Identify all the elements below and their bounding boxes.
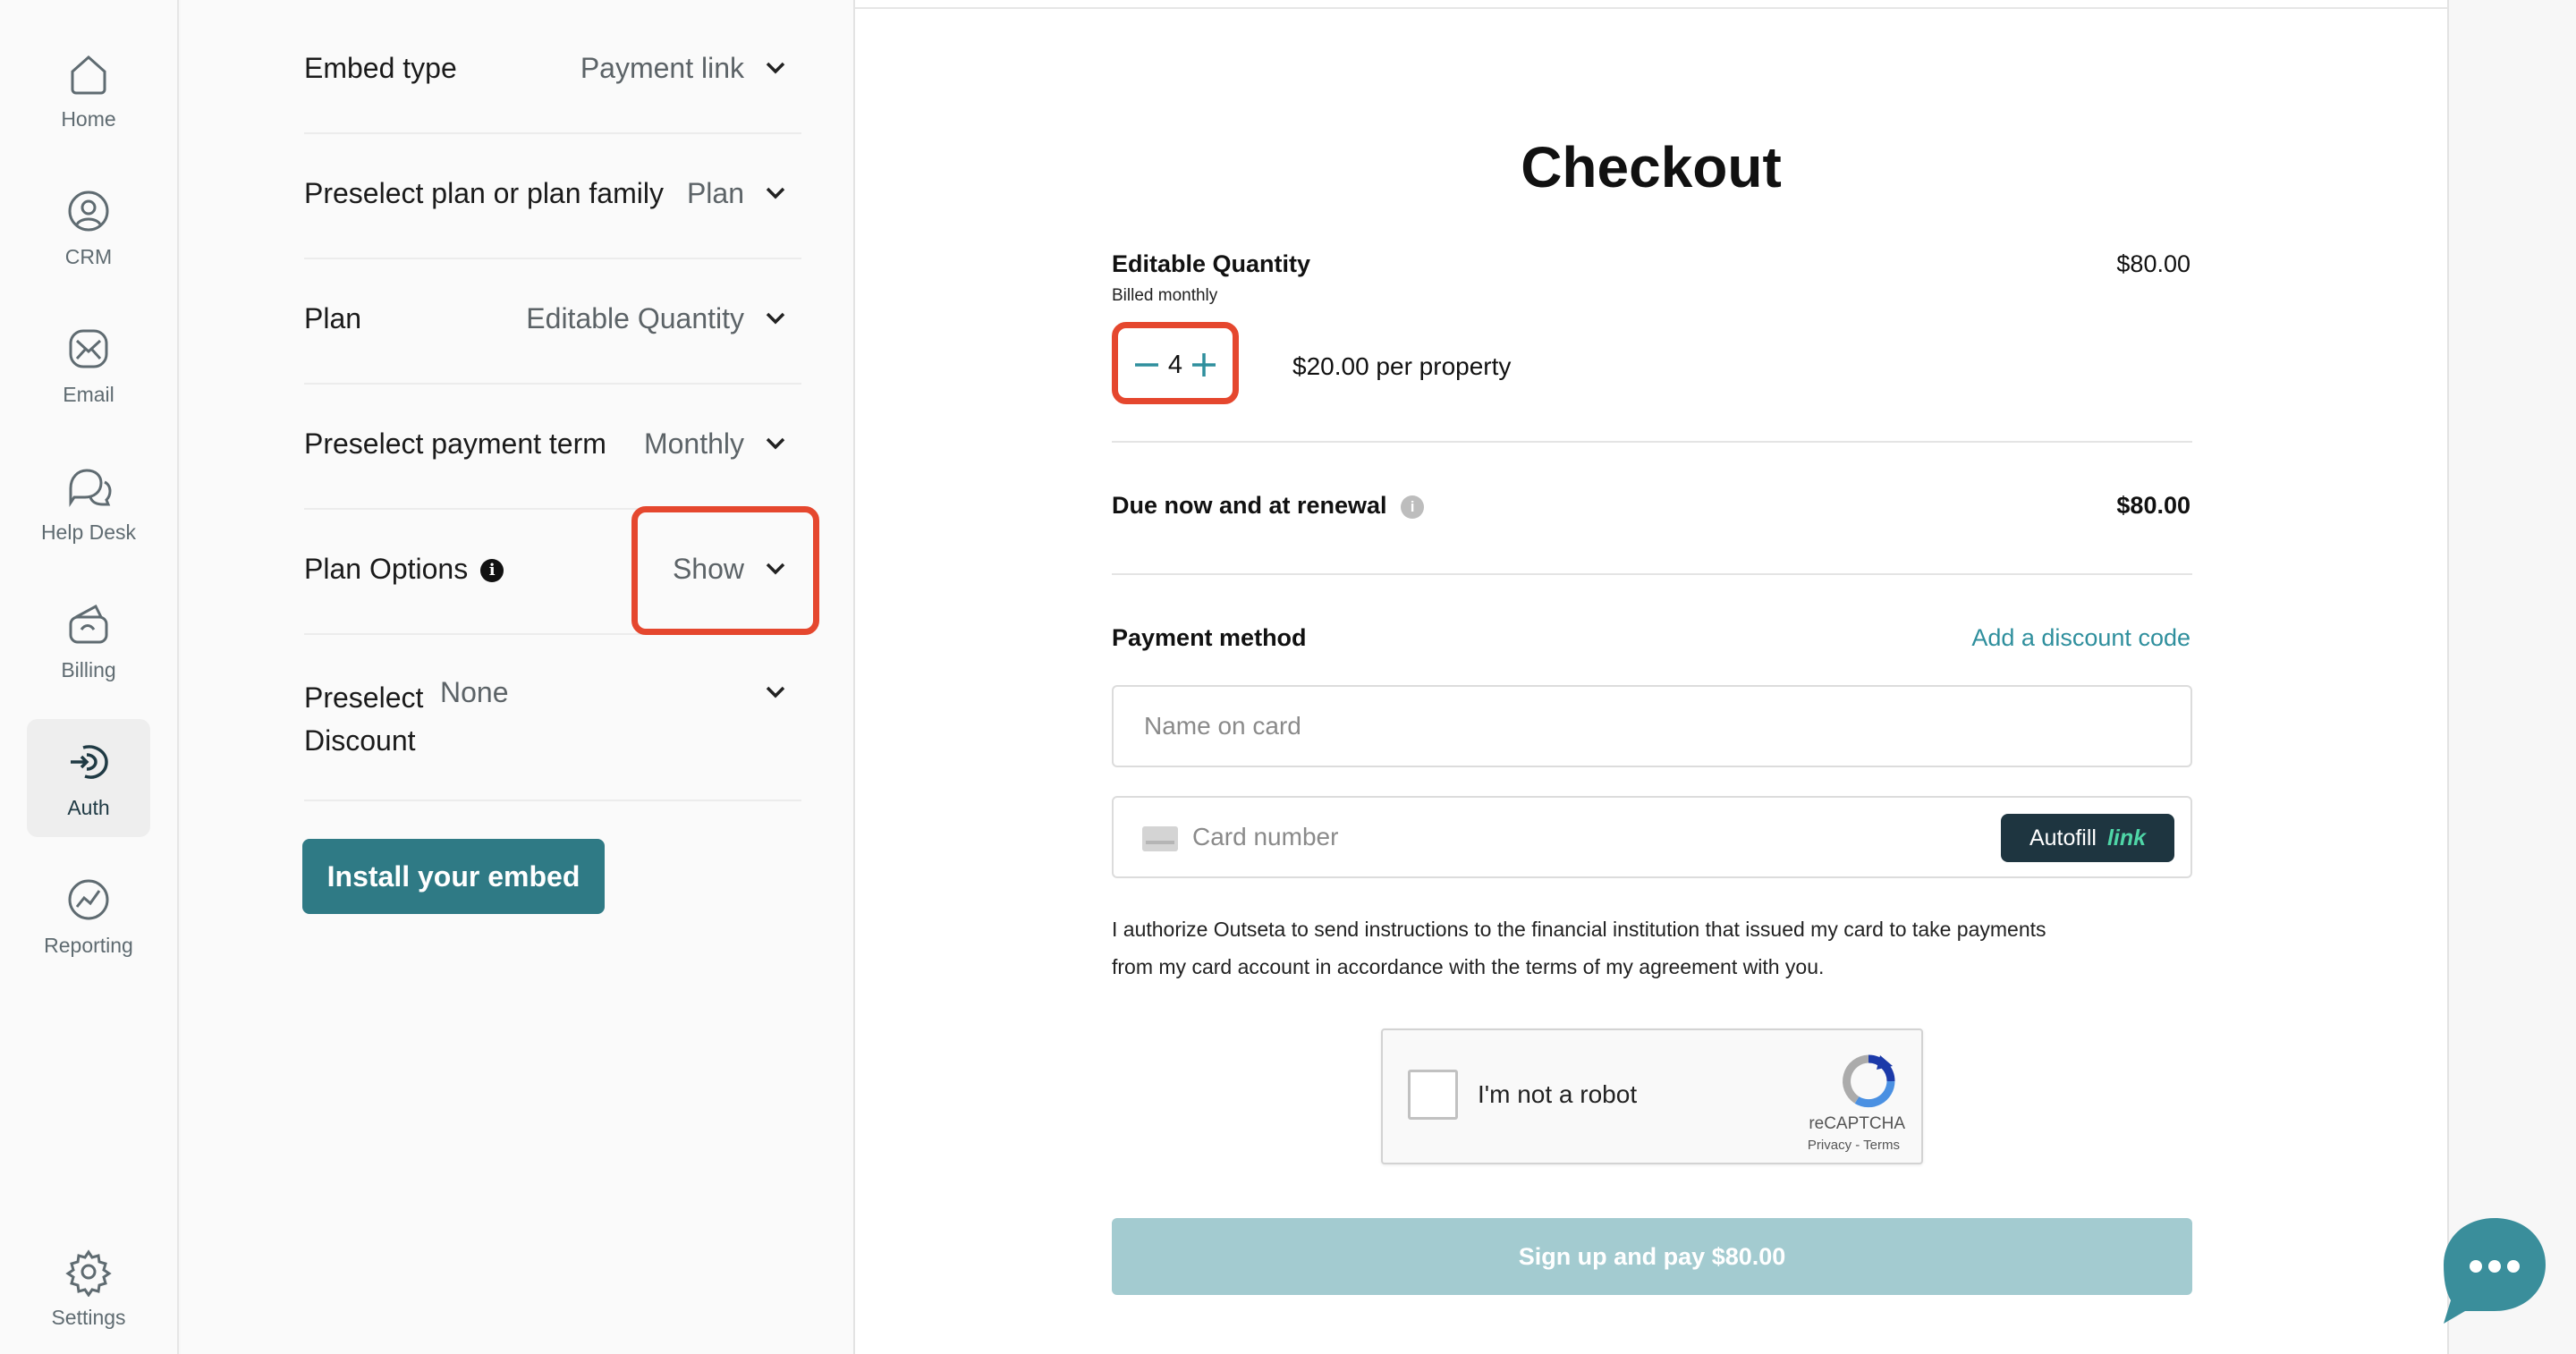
side-nav: Home CRM Email Help Desk Billing Auth Re… — [0, 0, 179, 1354]
top-divider — [855, 7, 2447, 9]
preselect-plan-row[interactable]: Preselect plan or plan family Plan — [304, 134, 801, 259]
nav-item-billing[interactable]: Billing — [27, 581, 150, 699]
divider — [1112, 441, 2192, 443]
nav-item-crm[interactable]: CRM — [27, 168, 150, 286]
recaptcha-checkbox[interactable] — [1408, 1070, 1458, 1120]
nav-item-label: Help Desk — [40, 520, 137, 544]
plan-price: $80.00 — [2116, 250, 2190, 277]
name-on-card-placeholder: Name on card — [1144, 712, 1301, 740]
autofill-label: Autofill — [2029, 825, 2097, 850]
recaptcha-privacy-terms[interactable]: Privacy - Terms — [1808, 1138, 1900, 1153]
preselect-plan-value: Plan — [686, 177, 744, 209]
divider — [1112, 573, 2192, 575]
nav-item-email[interactable]: Email — [27, 306, 150, 424]
embed-type-row[interactable]: Embed type Payment link — [304, 0, 801, 134]
chevron-down-icon — [766, 686, 785, 698]
add-discount-link[interactable]: Add a discount code — [1971, 624, 2190, 652]
wallet-icon — [64, 599, 114, 649]
preselect-plan-label: Preselect plan or plan family — [304, 177, 664, 209]
unit-price: $20.00 per property — [1292, 352, 1512, 380]
preselect-discount-value: None — [440, 676, 509, 708]
recaptcha-label: I'm not a robot — [1478, 1080, 1638, 1108]
nav-item-label: Auth — [67, 795, 110, 819]
plan-label: Plan — [304, 302, 362, 334]
due-label: Due now and at renewal i — [1112, 492, 1425, 520]
nav-item-help-desk[interactable]: Help Desk — [27, 444, 150, 562]
auth-icon — [64, 737, 114, 787]
home-icon — [64, 48, 114, 98]
billing-frequency: Billed monthly — [1112, 286, 1218, 305]
plan-options-highlight — [631, 506, 819, 635]
payment-term-value: Monthly — [643, 427, 744, 460]
nav-item-label: CRM — [64, 244, 113, 268]
chat-bubbles-icon — [64, 461, 114, 512]
payment-method-label: Payment method — [1112, 624, 1307, 651]
preselect-discount-row[interactable]: Preselect Discount None — [304, 635, 801, 801]
nav-item-auth[interactable]: Auth — [27, 719, 150, 837]
gear-icon — [64, 1247, 114, 1298]
nav-item-settings[interactable]: Settings — [27, 1229, 150, 1347]
preselect-discount-label: Preselect Discount — [304, 676, 423, 762]
card-number-field[interactable]: Card number Autofill link — [1112, 796, 2192, 878]
plan-options-label-text: Plan Options — [304, 553, 469, 585]
recaptcha-icon — [1843, 1054, 1895, 1108]
recaptcha-widget: I'm not a robot reCAPTCHA Privacy - Term… — [1381, 1028, 1923, 1164]
checkout-preview: Checkout Editable Quantity Billed monthl… — [855, 0, 2449, 1354]
info-icon[interactable]: i — [480, 559, 504, 582]
embed-type-value: Payment link — [580, 52, 744, 84]
plan-name: Editable Quantity — [1112, 250, 1311, 277]
preselect-discount-label-line1: Preselect — [304, 681, 424, 714]
quantity-highlight — [1112, 322, 1239, 404]
authorization-text: I authorize Outseta to send instructions… — [1112, 918, 2046, 978]
plan-options-label: Plan Options i — [304, 553, 504, 586]
payment-term-row[interactable]: Preselect payment term Monthly — [304, 385, 801, 510]
user-circle-icon — [64, 186, 114, 236]
plan-value: Editable Quantity — [526, 302, 744, 334]
chart-circle-icon — [64, 875, 114, 925]
nav-item-label: Home — [61, 106, 116, 131]
embed-config-panel: Embed type Payment link Preselect plan o… — [181, 0, 855, 1354]
plan-row[interactable]: Plan Editable Quantity — [304, 259, 801, 385]
link-brand: link — [2106, 825, 2147, 850]
nav-item-home[interactable]: Home — [27, 30, 150, 148]
nav-item-label: Reporting — [44, 933, 133, 957]
nav-item-label: Billing — [61, 657, 116, 681]
card-number-placeholder: Card number — [1192, 823, 1339, 850]
chevron-down-icon — [766, 437, 785, 450]
due-label-text: Due now and at renewal — [1112, 492, 1387, 519]
install-embed-button[interactable]: Install your embed — [302, 839, 605, 914]
sign-up-pay-button[interactable]: Sign up and pay $80.00 — [1112, 1218, 2192, 1295]
email-icon — [64, 324, 114, 374]
nav-item-label: Settings — [51, 1305, 126, 1329]
autofill-link-button[interactable]: Autofill link — [2001, 814, 2174, 862]
credit-card-icon — [1142, 826, 1178, 851]
info-icon[interactable]: i — [1401, 495, 1425, 519]
payment-term-label: Preselect payment term — [304, 427, 606, 460]
nav-item-label: Email — [63, 382, 114, 406]
preselect-discount-label-line2: Discount — [304, 724, 416, 757]
nav-item-reporting[interactable]: Reporting — [27, 857, 150, 975]
name-on-card-field[interactable]: Name on card — [1112, 685, 2192, 767]
chat-widget-icon[interactable] — [2438, 1213, 2551, 1325]
chevron-down-icon — [766, 187, 785, 199]
chevron-down-icon — [766, 62, 785, 74]
checkout-title: Checkout — [1521, 135, 1782, 199]
chevron-down-icon — [766, 312, 785, 325]
due-amount: $80.00 — [2116, 492, 2190, 519]
recaptcha-brand: reCAPTCHA — [1809, 1114, 1905, 1133]
embed-type-label: Embed type — [304, 52, 457, 84]
